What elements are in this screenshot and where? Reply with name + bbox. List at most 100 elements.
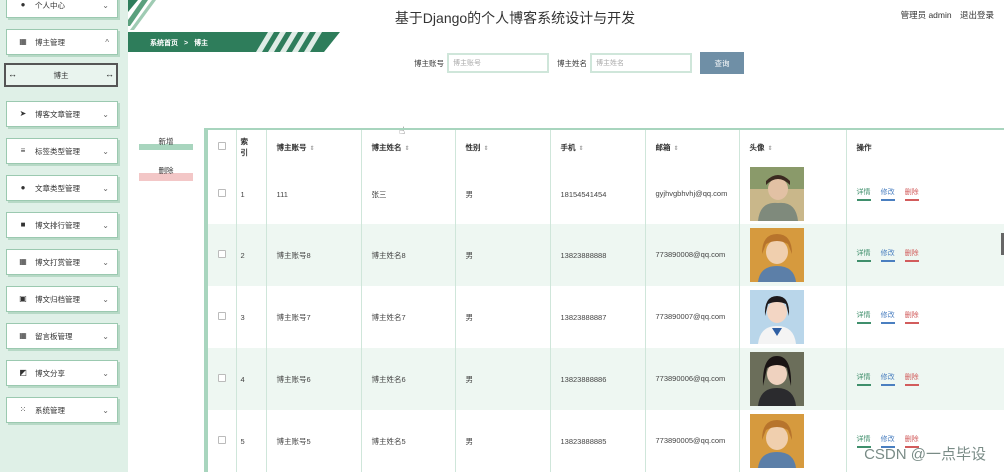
select-all-checkbox[interactable] — [208, 130, 237, 164]
column-header-name[interactable]: 博主姓名 ⇕ — [361, 130, 456, 164]
cell-account: 博主账号7 — [266, 286, 362, 348]
delete-button[interactable]: 删除 — [904, 248, 919, 262]
cell-email: 773890005@qq.com — [645, 410, 740, 472]
detail-button[interactable]: 详情 — [856, 372, 871, 386]
sort-icon[interactable]: ⇕ — [579, 146, 584, 152]
row-checkbox[interactable] — [208, 164, 237, 224]
checkbox-icon — [218, 312, 226, 320]
delete-button[interactable]: 删除 — [904, 372, 919, 386]
avatar-image[interactable] — [749, 290, 804, 344]
column-header-label: 博主姓名 — [371, 142, 402, 152]
arrow-icon: ↔ — [8, 69, 17, 79]
chevron-up-icon: ^ — [105, 38, 109, 47]
breadcrumb-current: 博主 — [194, 40, 208, 47]
breadcrumb-separator: > — [183, 40, 189, 47]
row-checkbox[interactable] — [208, 286, 237, 348]
cell-name: 博主姓名6 — [361, 348, 456, 410]
sidebar-item-article-type[interactable]: ● 文章类型管理 ⌄ — [6, 175, 118, 201]
list-icon: ≡ — [20, 146, 26, 155]
checkbox-icon — [218, 250, 226, 258]
sidebar-item-blogger-management[interactable]: ▦ 博主管理 ^ — [6, 29, 118, 55]
add-button[interactable]: 新增 — [139, 135, 193, 150]
row-checkbox[interactable] — [208, 224, 237, 286]
cell-index: 2 — [236, 224, 267, 286]
cell-email: gyjhvgbhvhj@qq.com — [645, 164, 740, 224]
cell-name: 博主姓名5 — [361, 410, 456, 472]
sort-icon[interactable]: ⇕ — [484, 146, 489, 152]
edit-button[interactable]: 修改 — [880, 310, 895, 324]
cell-gender: 男 — [455, 348, 551, 410]
edit-button[interactable]: 修改 — [880, 187, 895, 201]
table-header-row: 索引 博主账号 ⇕ 博主姓名 ⇕ 性别 ⇕ 手机 ⇕ 邮箱 ⇕ 头像 ⇕ 操作 — [208, 130, 1004, 164]
column-header-phone[interactable]: 手机 ⇕ — [550, 130, 646, 164]
grid-icon: ▦ — [19, 37, 27, 46]
cell-email: 773890007@qq.com — [645, 286, 740, 348]
grid-icon: ▦ — [19, 331, 27, 340]
cell-index: 4 — [236, 348, 267, 410]
chevron-down-icon: ⌄ — [102, 147, 109, 156]
column-header-operations: 操作 — [846, 130, 1004, 164]
cell-name: 博主姓名7 — [361, 286, 456, 348]
sort-icon[interactable]: ⇕ — [768, 146, 773, 152]
sort-icon[interactable]: ⇕ — [405, 146, 410, 152]
column-header-index: 索引 — [236, 130, 267, 164]
account-search-label: 博主账号 — [414, 58, 444, 68]
sidebar-item-blog-article[interactable]: ➤ 博客文章管理 ⌄ — [6, 101, 118, 127]
sidebar-item-article-ranking[interactable]: ■ 博文排行管理 ⌄ — [6, 212, 118, 238]
grid-icon: ▦ — [19, 257, 27, 266]
cell-phone: 13823888885 — [550, 410, 646, 472]
sidebar: ● 个人中心 ⌄ ▦ 博主管理 ^ ↔ 博主 ↔ ➤ 博客文章管理 ⌄ ≡ 标签… — [0, 0, 128, 472]
detail-button[interactable]: 详情 — [856, 187, 871, 201]
logout-link[interactable]: 退出登录 — [960, 10, 994, 20]
user-info: 管理员 admin 退出登录 — [895, 9, 994, 21]
sort-icon[interactable]: ⇕ — [310, 146, 315, 152]
account-search-input[interactable] — [447, 53, 549, 73]
query-button[interactable]: 查询 — [700, 52, 744, 74]
breadcrumb: 系统首页 > 博主 — [128, 32, 340, 52]
batch-delete-button[interactable]: 删除 — [139, 164, 193, 181]
sidebar-item-article-share[interactable]: ◩ 博文分享 ⌄ — [6, 360, 118, 386]
delete-button[interactable]: 删除 — [904, 187, 919, 201]
sidebar-item-message-board[interactable]: ▦ 留言板管理 ⌄ — [6, 323, 118, 349]
sidebar-item-label: 系统管理 — [35, 405, 65, 415]
submenu-item-label: 博主 — [53, 70, 69, 80]
cell-avatar — [739, 164, 847, 224]
name-search-input[interactable] — [590, 53, 692, 73]
chevron-down-icon: ⌄ — [102, 110, 109, 119]
trash-icon: ▣ — [19, 294, 27, 303]
edit-button[interactable]: 修改 — [880, 372, 895, 386]
sidebar-item-article-reward[interactable]: ▦ 博文打赏管理 ⌄ — [6, 249, 118, 275]
column-header-account[interactable]: 博主账号 ⇕ — [266, 130, 362, 164]
row-checkbox[interactable] — [208, 348, 237, 410]
cell-name: 张三 — [361, 164, 456, 224]
page-title: 基于Django的个人博客系统设计与开发 — [394, 10, 636, 26]
sidebar-item-article-archive[interactable]: ▣ 博文归档管理 ⌄ — [6, 286, 118, 312]
checkbox-icon — [218, 142, 226, 150]
edit-button[interactable]: 修改 — [880, 248, 895, 262]
column-header-email[interactable]: 邮箱 ⇕ — [645, 130, 740, 164]
row-checkbox[interactable] — [208, 410, 237, 472]
admin-user-label: 管理员 admin — [900, 10, 952, 20]
sort-icon[interactable]: ⇕ — [674, 146, 679, 152]
column-header-gender[interactable]: 性别 ⇕ — [455, 130, 551, 164]
avatar-image[interactable] — [749, 167, 804, 221]
arrow-icon: ↔ — [105, 69, 114, 79]
table-row: 1 111 张三 男 18154541454 gyjhvgbhvhj@qq.co… — [208, 164, 1004, 224]
breadcrumb-home[interactable]: 系统首页 — [150, 40, 178, 47]
detail-button[interactable]: 详情 — [856, 248, 871, 262]
avatar-image[interactable] — [749, 352, 804, 406]
delete-button[interactable]: 删除 — [904, 310, 919, 324]
submenu-item-blogger[interactable]: ↔ 博主 ↔ — [4, 63, 118, 87]
cell-phone: 13823888888 — [550, 224, 646, 286]
sidebar-item-system-management[interactable]: ⁙ 系统管理 ⌄ — [6, 397, 118, 423]
avatar-image[interactable] — [749, 228, 804, 282]
sidebar-item-label: 博主管理 — [35, 37, 65, 47]
detail-button[interactable]: 详情 — [856, 310, 871, 324]
chevron-down-icon: ⌄ — [102, 406, 109, 415]
checkbox-icon — [218, 436, 226, 444]
sidebar-item-tag-type[interactable]: ≡ 标签类型管理 ⌄ — [6, 138, 118, 164]
avatar-image[interactable] — [749, 414, 804, 468]
column-header-label: 操作 — [856, 142, 872, 152]
chevron-down-icon: ⌄ — [102, 369, 109, 378]
apps-icon: ⁙ — [19, 405, 27, 414]
